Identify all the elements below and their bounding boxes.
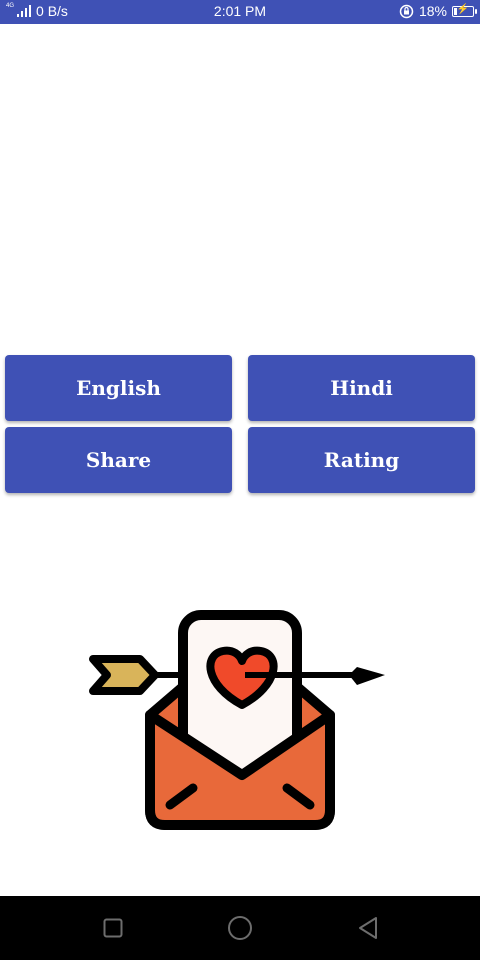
app-screen: 4G 0 B/s 2:01 PM 18% ⚡ English Hindi Sha… [0,0,480,960]
recents-icon [103,918,123,938]
battery-charging-icon: ⚡ [452,3,477,17]
back-button[interactable] [354,914,382,942]
love-letter-arrow-icon [89,610,385,830]
recents-button[interactable] [99,914,127,942]
english-button[interactable]: English [5,355,232,421]
status-right: 18% ⚡ [399,3,477,19]
home-icon [228,916,252,940]
navigation-bar [0,896,480,960]
home-button[interactable] [226,914,254,942]
status-bar: 4G 0 B/s 2:01 PM 18% ⚡ [0,0,480,24]
rating-button[interactable]: Rating [248,427,475,493]
share-button[interactable]: Share [5,427,232,493]
arrow-head [349,667,385,685]
charging-bolt-icon: ⚡ [456,3,470,15]
back-icon [359,917,377,939]
battery-percent: 18% [418,3,447,19]
rotation-lock-icon [399,4,414,18]
arrow-tail [89,655,159,695]
hindi-button[interactable]: Hindi [248,355,475,421]
